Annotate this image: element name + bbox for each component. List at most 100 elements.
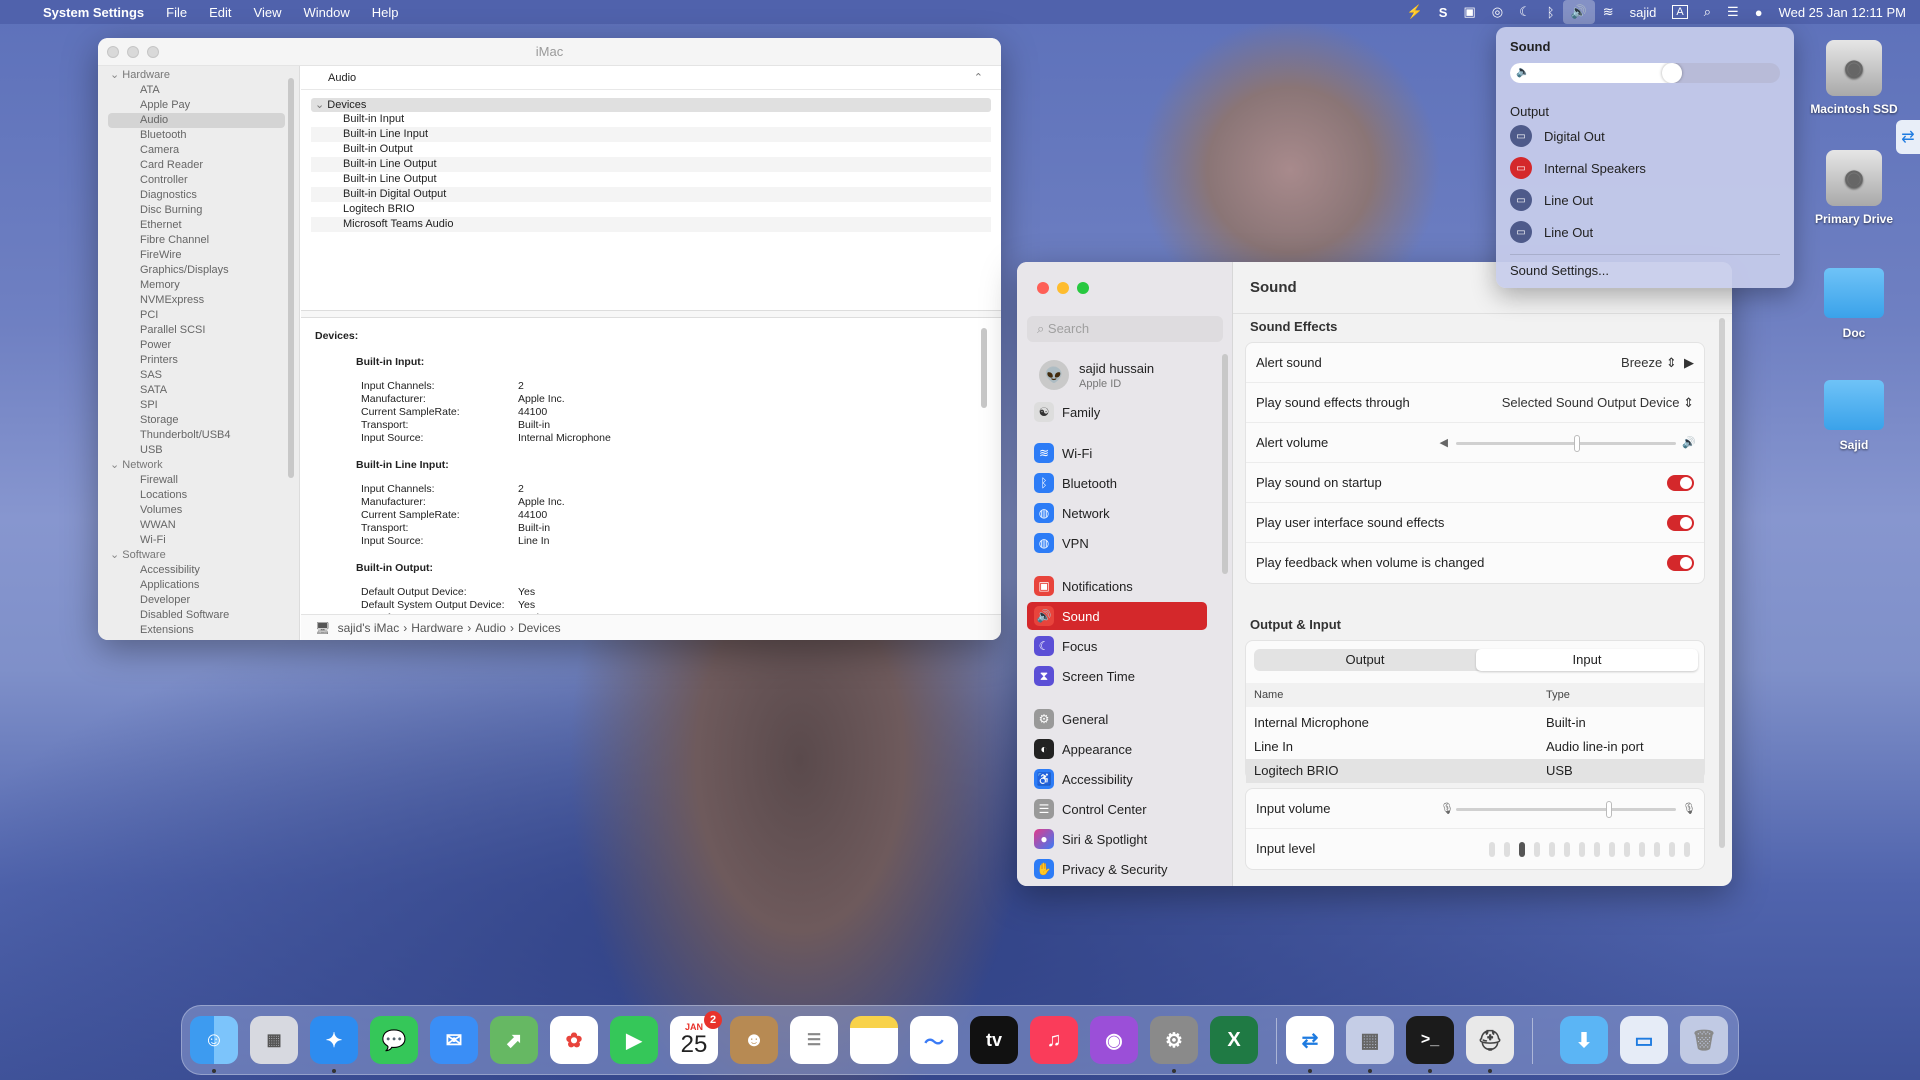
sidebar-item[interactable]: Developer <box>98 593 299 608</box>
airdrop-icon[interactable]: ◎ <box>1484 0 1511 24</box>
menu-view[interactable]: View <box>243 5 293 20</box>
startup-sound-toggle[interactable] <box>1667 475 1694 491</box>
split-divider[interactable] <box>301 310 1001 318</box>
music-icon[interactable]: ♫ <box>1030 1016 1078 1064</box>
sidebar-item-screen-time[interactable]: ⧗ Screen Time <box>1027 662 1207 690</box>
sidebar-item[interactable]: USB <box>98 443 299 458</box>
slider-knob[interactable] <box>1662 63 1682 83</box>
sidebar-category[interactable]: Network <box>98 458 299 473</box>
sidebar-item-wifi[interactable]: ≋ Wi-Fi <box>1027 439 1207 467</box>
sidebar-item[interactable]: ATA <box>98 83 299 98</box>
window-stack-icon[interactable]: ▭ <box>1620 1016 1668 1064</box>
path-item[interactable]: Audio <box>475 621 506 635</box>
desktop-icon-macintosh-ssd[interactable]: ◉ Macintosh SSD <box>1799 40 1909 116</box>
col-name[interactable]: Name <box>1254 683 1283 707</box>
teamviewer-edge-icon[interactable]: ⇄ <box>1896 120 1920 154</box>
sidebar-item-notifications[interactable]: ▣ Notifications <box>1027 572 1207 600</box>
menubar-user-name[interactable]: sajid <box>1622 0 1665 24</box>
input-volume-slider[interactable] <box>1456 801 1676 818</box>
bluetooth-icon[interactable]: ᛒ <box>1539 0 1563 24</box>
reminders-icon[interactable]: ☰ <box>790 1016 838 1064</box>
menu-file[interactable]: File <box>155 5 198 20</box>
teams-status-icon[interactable]: ⚡ <box>1399 0 1431 24</box>
sidebar-item[interactable]: WWAN <box>98 518 299 533</box>
table-row[interactable]: Internal Microphone Built-in <box>1246 711 1704 735</box>
menu-help[interactable]: Help <box>361 5 410 20</box>
sidebar-item[interactable]: Memory <box>98 278 299 293</box>
pane-scrollbar[interactable] <box>1719 318 1725 848</box>
sidebar-item[interactable]: Graphics/Displays <box>98 263 299 278</box>
devices-group-header[interactable]: Devices <box>311 98 991 112</box>
photos-icon[interactable]: ✿ <box>550 1016 598 1064</box>
sidebar-scrollbar[interactable] <box>1222 354 1228 574</box>
siri-icon[interactable]: ● <box>1747 0 1771 24</box>
popover-volume-slider[interactable]: 🔈 <box>1510 63 1780 83</box>
play-circle-icon[interactable]: ▶ <box>1684 355 1694 370</box>
sidebar-item-appearance[interactable]: ◐ Appearance <box>1027 735 1207 763</box>
messages-icon[interactable]: 💬 <box>370 1016 418 1064</box>
minimize-button[interactable] <box>127 46 139 58</box>
sidebar-item[interactable]: Extensions <box>98 623 299 638</box>
sidebar-item[interactable]: Thunderbolt/USB4 <box>98 428 299 443</box>
system-information-icon[interactable]: ▦ <box>1346 1016 1394 1064</box>
disk-utility-icon[interactable]: ⛑ <box>1466 1016 1514 1064</box>
sidebar-item-family[interactable]: ☯ Family <box>1027 398 1207 426</box>
volume-feedback-toggle[interactable] <box>1667 555 1694 571</box>
sidebar-item-network[interactable]: ◍ Network <box>1027 499 1207 527</box>
alert-sound-select[interactable]: Breeze ⇕ ▶ <box>1621 343 1694 383</box>
desktop-icon-primary-drive[interactable]: ◉ Primary Drive <box>1799 150 1909 226</box>
device-row[interactable]: Built-in Digital Output <box>311 187 991 202</box>
notes-icon[interactable] <box>850 1016 898 1064</box>
desktop-icon-sajid-folder[interactable]: Sajid <box>1799 380 1909 452</box>
sidebar-item[interactable]: Printers <box>98 353 299 368</box>
sidebar-item-siri[interactable]: ● Siri & Spotlight <box>1027 825 1207 853</box>
path-item[interactable]: Hardware <box>411 621 463 635</box>
sidebar-item[interactable]: Storage <box>98 413 299 428</box>
sidebar-item-focus[interactable]: ☾ Focus <box>1027 632 1207 660</box>
tab-output[interactable]: Output <box>1254 649 1476 671</box>
alert-volume-slider[interactable] <box>1456 435 1676 452</box>
menu-window[interactable]: Window <box>292 5 360 20</box>
tab-input[interactable]: Input <box>1476 649 1698 671</box>
minimize-button[interactable] <box>1057 282 1069 294</box>
sound-settings-link[interactable]: Sound Settings... <box>1510 257 1780 283</box>
output-item[interactable]: ▭ Line Out <box>1510 187 1780 213</box>
path-item[interactable]: Devices <box>518 621 561 635</box>
facetime-icon[interactable]: ▶ <box>610 1016 658 1064</box>
safari-compass-icon[interactable]: ✦ <box>310 1016 358 1064</box>
sidebar-item[interactable]: NVMExpress <box>98 293 299 308</box>
output-item[interactable]: ▭ Internal Speakers <box>1510 155 1780 181</box>
sidebar-item[interactable]: Diagnostics <box>98 188 299 203</box>
downloads-folder-icon[interactable]: ⬇ <box>1560 1016 1608 1064</box>
details-scrollbar[interactable] <box>981 328 987 408</box>
sidebar-item[interactable]: Fibre Channel <box>98 233 299 248</box>
sidebar-item[interactable]: Wi-Fi <box>98 533 299 548</box>
sidebar-item-bluetooth[interactable]: ᛒ Bluetooth <box>1027 469 1207 497</box>
ui-effects-toggle[interactable] <box>1667 515 1694 531</box>
sidebar-item-vpn[interactable]: ◍ VPN <box>1027 529 1207 557</box>
table-row[interactable]: Line In Audio line-in port <box>1246 735 1704 759</box>
zoom-button[interactable] <box>1077 282 1089 294</box>
sidebar-item[interactable]: SPI <box>98 398 299 413</box>
sidebar-item-control-center[interactable]: ☰ Control Center <box>1027 795 1207 823</box>
device-row[interactable]: Built-in Input <box>311 112 991 127</box>
slider-knob[interactable] <box>1605 801 1612 818</box>
trash-icon[interactable]: 🗑 <box>1680 1016 1728 1064</box>
sidebar-item[interactable]: Camera <box>98 143 299 158</box>
output-item[interactable]: ▭ Digital Out <box>1510 123 1780 149</box>
zoom-button[interactable] <box>147 46 159 58</box>
sidebar-item[interactable]: Controller <box>98 173 299 188</box>
sidebar-item[interactable]: Accessibility <box>98 563 299 578</box>
spotlight-search-icon[interactable]: ⌕ <box>1696 0 1719 24</box>
volume-icon[interactable]: 🔊 <box>1562 0 1595 24</box>
sidebar-item[interactable]: Power <box>98 338 299 353</box>
sidebar-item[interactable]: Bluetooth <box>98 128 299 143</box>
output-item[interactable]: ▭ Line Out <box>1510 219 1780 245</box>
device-row[interactable]: Logitech BRIO <box>311 202 991 217</box>
sidebar-item[interactable]: Volumes <box>98 503 299 518</box>
apple-id-item[interactable]: 👽 sajid hussain Apple ID <box>1039 358 1154 392</box>
sidebar-item[interactable]: Card Reader <box>98 158 299 173</box>
system-settings-gear-icon[interactable]: ⚙ <box>1150 1016 1198 1064</box>
device-row[interactable]: Built-in Output <box>311 142 991 157</box>
sidebar-category[interactable]: Software <box>98 548 299 563</box>
